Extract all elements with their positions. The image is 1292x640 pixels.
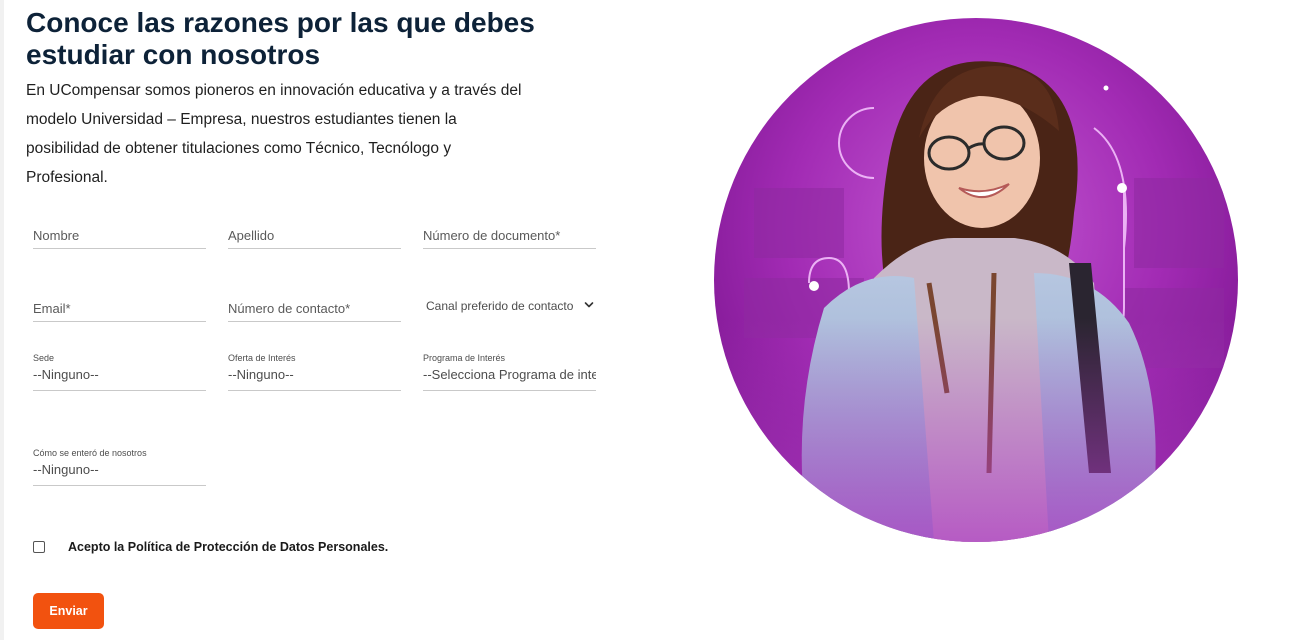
oferta-value[interactable]: --Ninguno-- — [228, 364, 401, 390]
submit-button[interactable]: Enviar — [33, 593, 104, 629]
intro-paragraph: En UCompensar somos pioneros en innovaci… — [26, 76, 556, 192]
oferta-field[interactable]: Oferta de Interés --Ninguno-- — [228, 352, 401, 391]
page-edge — [0, 0, 4, 640]
consent-checkbox[interactable] — [33, 541, 45, 553]
consent-row[interactable]: Acepto la Política de Protección de Dato… — [33, 540, 388, 554]
intro-line: posibilidad de obtener titulaciones como… — [26, 140, 452, 157]
sede-value[interactable]: --Ninguno-- — [33, 364, 206, 390]
apellido-input[interactable] — [228, 222, 401, 248]
sede-label: Sede — [33, 353, 55, 363]
documento-input[interactable] — [423, 222, 596, 248]
intro-line: Profesional. — [26, 169, 108, 186]
contacto-input[interactable] — [228, 295, 401, 321]
page-title: Conoce las razones por las que debes est… — [26, 7, 535, 70]
programa-field[interactable]: Programa de Interés --Selecciona Program… — [423, 352, 596, 391]
email-field-wrap — [33, 295, 206, 322]
canal-select[interactable]: Canal preferido de contacto — [423, 293, 596, 319]
como-field[interactable]: Cómo se enteró de nosotros --Ninguno-- — [33, 447, 206, 486]
intro-line: En UCompensar somos pioneros en innovaci… — [26, 82, 522, 99]
programa-label: Programa de Interés — [423, 353, 506, 363]
como-value[interactable]: --Ninguno-- — [33, 459, 206, 485]
como-label: Cómo se enteró de nosotros — [33, 448, 147, 458]
contacto-field-wrap — [228, 295, 401, 322]
documento-field-wrap — [423, 222, 596, 249]
hero-student-image — [714, 18, 1238, 542]
email-input[interactable] — [33, 295, 206, 321]
nombre-input[interactable] — [33, 222, 206, 248]
intro-line: modelo Universidad – Empresa, nuestros e… — [26, 111, 457, 128]
oferta-label: Oferta de Interés — [228, 353, 296, 363]
sede-field[interactable]: Sede --Ninguno-- — [33, 352, 206, 391]
canal-field-wrap: Canal preferido de contacto — [423, 293, 596, 319]
programa-value[interactable]: --Selecciona Programa de inter — [423, 364, 596, 390]
nombre-field-wrap — [33, 222, 206, 249]
consent-label: Acepto la Política de Protección de Dato… — [68, 540, 389, 554]
apellido-field-wrap — [228, 222, 401, 249]
